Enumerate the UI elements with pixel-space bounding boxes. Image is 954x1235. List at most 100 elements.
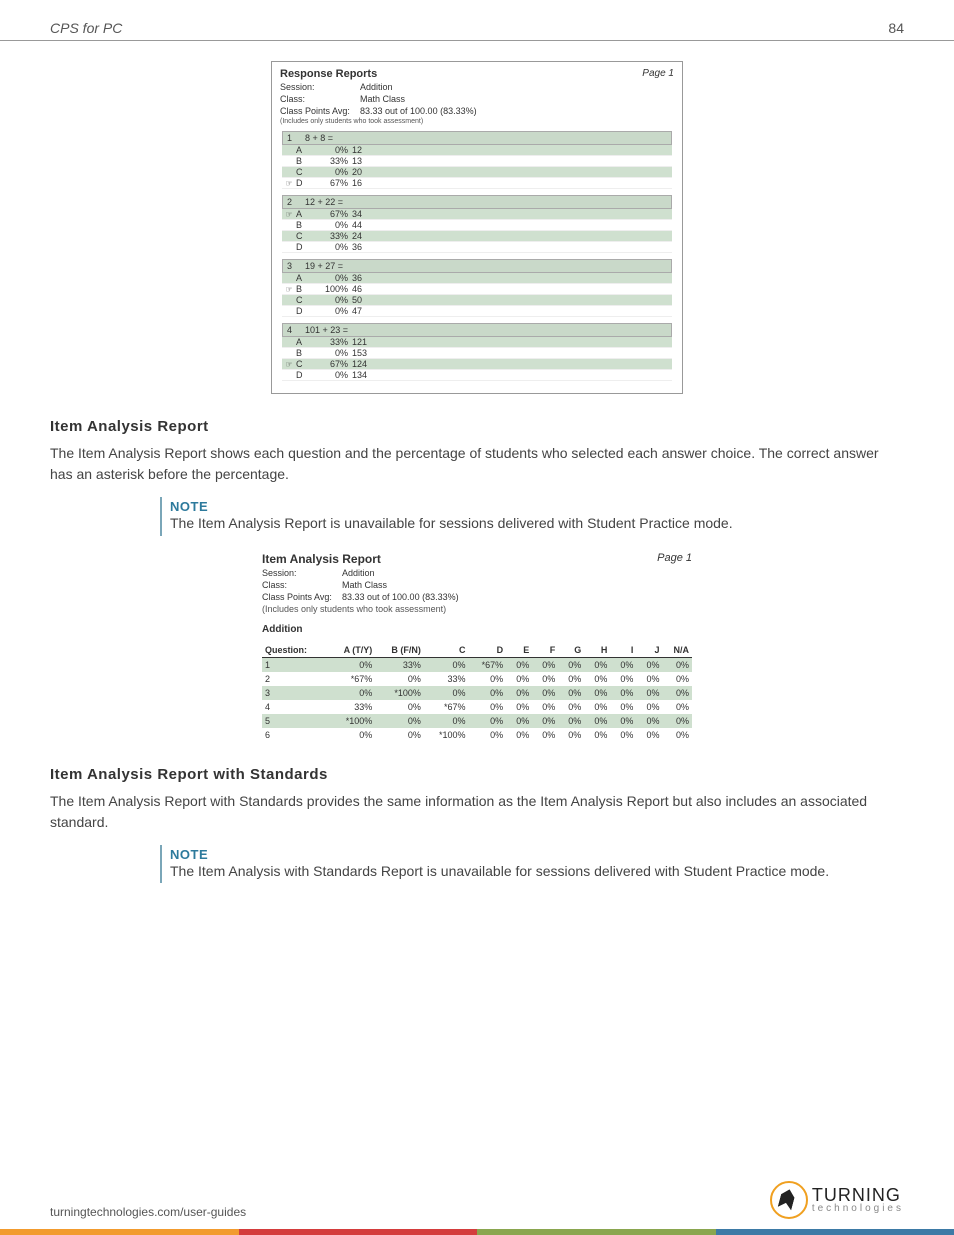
answer-letter: D [296,178,310,188]
ia-cell: 0% [636,700,662,714]
ia-column-header: G [558,643,584,658]
ia-cell: 0% [468,728,506,742]
ia-cell: 0% [375,728,424,742]
item-analysis-body: The Item Analysis Report shows each ques… [50,443,904,485]
answer-row: C33%24 [282,231,672,242]
ia-cell: 0% [532,700,558,714]
ia-session-value: Addition [342,568,375,578]
answer-row: A33%121 [282,337,672,348]
ia-cell: 0% [584,657,610,672]
answer-value: 13 [352,156,382,166]
ia-row: 2*67%0%33%0%0%0%0%0%0%0%0% [262,672,692,686]
ia-cell: 0% [662,672,692,686]
ia-cell: *67% [328,672,376,686]
ia-avg-label: Class Points Avg: [262,592,342,602]
answer-row: A0%36 [282,273,672,284]
answer-row: A0%12 [282,145,672,156]
answer-value: 12 [352,145,382,155]
ia-column-header: C [424,643,469,658]
ia-class-value: Math Class [342,580,387,590]
answer-percent: 0% [310,295,352,305]
answer-percent: 100% [310,284,352,294]
ia-cell: 0% [662,700,692,714]
answer-percent: 67% [310,359,352,369]
item-analysis-standards-note: NOTE The Item Analysis with Standards Re… [160,845,904,884]
question-block: 212 + 22 =☞A67%34B0%44C33%24D0%36 [282,195,672,253]
ia-cell: 0% [610,728,636,742]
ia-class-label: Class: [262,580,342,590]
ia-cell: 33% [328,700,376,714]
ia-cell: 4 [262,700,328,714]
ia-cell: 0% [662,686,692,700]
answer-percent: 0% [310,167,352,177]
footer-link: turningtechnologies.com/user-guides [50,1205,246,1219]
answer-letter: B [296,220,310,230]
ia-cell: 0% [584,686,610,700]
question-number: 1 [287,133,305,143]
ia-cell: 0% [558,686,584,700]
session-value: Addition [360,82,393,92]
ia-column-header: D [468,643,506,658]
response-report-page: Page 1 [642,68,674,79]
ia-cell: 0% [424,686,469,700]
question-header: 319 + 27 = [282,259,672,273]
ia-cell: 0% [506,714,532,728]
ia-cell: 0% [424,714,469,728]
class-value: Math Class [360,94,405,104]
ia-cell: 0% [558,700,584,714]
ia-cell: 0% [506,686,532,700]
ia-cell: 0% [584,700,610,714]
ia-cell: 0% [636,672,662,686]
footer-color-bars [0,1229,954,1235]
ia-column-header: J [636,643,662,658]
ia-cell: 0% [558,728,584,742]
ia-subtitle: Addition [262,624,692,635]
answer-value: 124 [352,359,382,369]
question-block: 4101 + 23 =A33%121B0%153☞C67%124D0%134 [282,323,672,381]
answer-row: D0%47 [282,306,672,317]
answer-value: 134 [352,370,382,380]
ia-cell: 3 [262,686,328,700]
ia-cell: 0% [468,672,506,686]
answer-letter: A [296,337,310,347]
answer-letter: D [296,306,310,316]
ia-cell: 0% [532,686,558,700]
answer-row: C0%50 [282,295,672,306]
correct-pointer-icon: ☞ [282,360,296,369]
ia-cell: 0% [532,672,558,686]
logo-icon [770,1181,808,1219]
answer-value: 121 [352,337,382,347]
item-analysis-figure: Item Analysis Report Page 1 Session:Addi… [262,552,692,742]
correct-pointer-icon: ☞ [282,285,296,294]
ia-cell: 0% [662,714,692,728]
answer-value: 36 [352,242,382,252]
page-header: CPS for PC 84 [0,0,954,41]
answer-percent: 0% [310,242,352,252]
answer-value: 50 [352,295,382,305]
answer-letter: C [296,167,310,177]
note-body: The Item Analysis with Standards Report … [170,862,904,882]
ia-cell: 0% [375,714,424,728]
ia-cell: 0% [468,714,506,728]
answer-letter: A [296,145,310,155]
ia-session-label: Session: [262,568,342,578]
answer-percent: 67% [310,209,352,219]
question-number: 4 [287,325,305,335]
ia-cell: 0% [506,672,532,686]
answer-row: ☞C67%124 [282,359,672,370]
ia-row: 433%0%*67%0%0%0%0%0%0%0%0% [262,700,692,714]
ia-cell: 0% [558,657,584,672]
ia-cell: *100% [375,686,424,700]
answer-percent: 33% [310,156,352,166]
ia-cell: 0% [558,714,584,728]
ia-cell: 0% [610,672,636,686]
header-page-number: 84 [888,20,904,36]
ia-cell: 0% [610,686,636,700]
ia-column-header: H [584,643,610,658]
ia-row: 30%*100%0%0%0%0%0%0%0%0%0% [262,686,692,700]
question-text: 19 + 27 = [305,261,343,271]
ia-cell: *100% [328,714,376,728]
answer-percent: 0% [310,370,352,380]
answer-value: 46 [352,284,382,294]
item-analysis-standards-body: The Item Analysis Report with Standards … [50,791,904,833]
